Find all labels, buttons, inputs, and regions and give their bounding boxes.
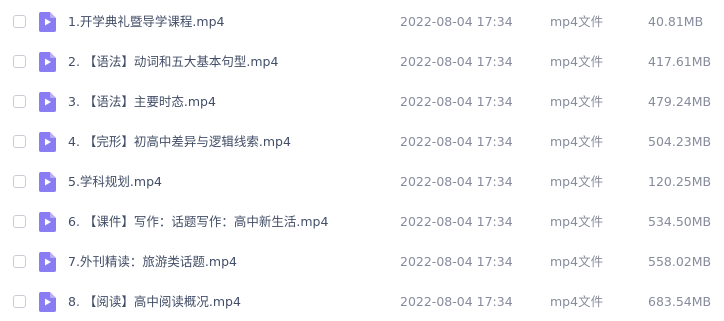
file-size: 417.61MB (648, 54, 712, 69)
file-size: 120.25MB (648, 174, 712, 189)
video-file-icon (39, 92, 56, 112)
file-type: mp4文件 (550, 54, 604, 69)
row-checkbox[interactable] (13, 135, 26, 148)
file-size: 558.02MB (648, 254, 712, 269)
file-row[interactable]: 2. 【语法】动词和五大基本句型.mp4 2022-08-04 17:34 mp… (0, 42, 724, 82)
file-list: 1.开学典礼暨导学课程.mp4 2022-08-04 17:34 mp4文件 4… (0, 0, 724, 321)
file-size: 683.54MB (648, 294, 712, 309)
row-checkbox[interactable] (13, 15, 26, 28)
file-size: 40.81MB (648, 14, 704, 29)
file-modified-time: 2022-08-04 17:34 (400, 294, 513, 309)
file-modified-time: 2022-08-04 17:34 (400, 254, 513, 269)
file-modified-time: 2022-08-04 17:34 (400, 54, 513, 69)
file-modified-time: 2022-08-04 17:34 (400, 94, 513, 109)
file-name[interactable]: 4. 【完形】初高中差异与逻辑线索.mp4 (68, 133, 291, 151)
row-checkbox[interactable] (13, 215, 26, 228)
file-row[interactable]: 7.外刊精读：旅游类话题.mp4 2022-08-04 17:34 mp4文件 … (0, 242, 724, 282)
file-row[interactable]: 3. 【语法】主要时态.mp4 2022-08-04 17:34 mp4文件 4… (0, 82, 724, 122)
file-type: mp4文件 (550, 134, 604, 149)
file-row[interactable]: 1.开学典礼暨导学课程.mp4 2022-08-04 17:34 mp4文件 4… (0, 2, 724, 42)
file-modified-time: 2022-08-04 17:34 (400, 134, 513, 149)
video-file-icon (39, 212, 56, 232)
file-modified-time: 2022-08-04 17:34 (400, 174, 513, 189)
file-name[interactable]: 2. 【语法】动词和五大基本句型.mp4 (68, 53, 278, 71)
row-checkbox[interactable] (13, 255, 26, 268)
file-type: mp4文件 (550, 94, 604, 109)
file-size: 479.24MB (648, 94, 712, 109)
file-name[interactable]: 1.开学典礼暨导学课程.mp4 (68, 13, 224, 31)
file-type: mp4文件 (550, 174, 604, 189)
file-row[interactable]: 4. 【完形】初高中差异与逻辑线索.mp4 2022-08-04 17:34 m… (0, 122, 724, 162)
file-name[interactable]: 8. 【阅读】高中阅读概况.mp4 (68, 293, 241, 311)
file-row[interactable]: 8. 【阅读】高中阅读概况.mp4 2022-08-04 17:34 mp4文件… (0, 282, 724, 321)
video-file-icon (39, 292, 56, 312)
row-checkbox[interactable] (13, 175, 26, 188)
video-file-icon (39, 172, 56, 192)
video-file-icon (39, 132, 56, 152)
file-name[interactable]: 7.外刊精读：旅游类话题.mp4 (68, 253, 237, 271)
file-name[interactable]: 3. 【语法】主要时态.mp4 (68, 93, 216, 111)
row-checkbox[interactable] (13, 55, 26, 68)
file-type: mp4文件 (550, 14, 604, 29)
file-modified-time: 2022-08-04 17:34 (400, 214, 513, 229)
video-file-icon (39, 52, 56, 72)
file-name[interactable]: 6. 【课件】写作：话题写作：高中新生活.mp4 (68, 213, 328, 231)
file-type: mp4文件 (550, 294, 604, 309)
file-type: mp4文件 (550, 254, 604, 269)
file-size: 504.23MB (648, 134, 712, 149)
row-checkbox[interactable] (13, 295, 26, 308)
file-row[interactable]: 6. 【课件】写作：话题写作：高中新生活.mp4 2022-08-04 17:3… (0, 202, 724, 242)
video-file-icon (39, 12, 56, 32)
file-size: 534.50MB (648, 214, 712, 229)
video-file-icon (39, 252, 56, 272)
row-checkbox[interactable] (13, 95, 26, 108)
file-type: mp4文件 (550, 214, 604, 229)
file-row[interactable]: 5.学科规划.mp4 2022-08-04 17:34 mp4文件 120.25… (0, 162, 724, 202)
file-modified-time: 2022-08-04 17:34 (400, 14, 513, 29)
file-name[interactable]: 5.学科规划.mp4 (68, 173, 162, 191)
